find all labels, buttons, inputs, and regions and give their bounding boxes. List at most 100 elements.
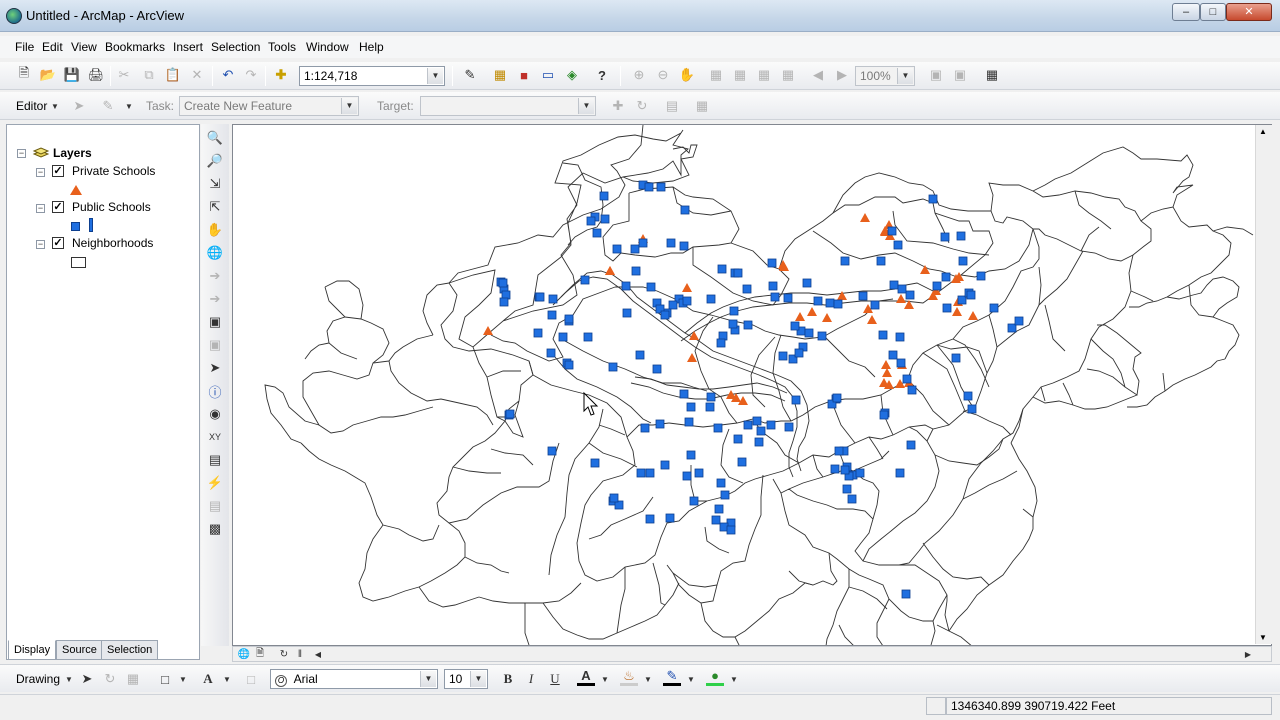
text-icon[interactable]: A [199, 670, 217, 688]
new-icon[interactable]: 🗎 [15, 65, 33, 84]
menu-edit[interactable]: Edit [42, 40, 63, 54]
create-viewer-icon[interactable]: ▩ [206, 520, 224, 538]
copy-icon[interactable]: ⧉ [140, 66, 158, 84]
measure-icon[interactable]: ▤ [206, 451, 224, 469]
add-data-icon[interactable]: ✚ [272, 66, 290, 84]
menu-file[interactable]: File [15, 40, 34, 54]
open-icon[interactable]: 📂 [39, 66, 57, 84]
menu-help[interactable]: Help [359, 40, 384, 54]
print-icon[interactable]: 🖨 [87, 66, 105, 84]
menu-tools[interactable]: Tools [268, 40, 296, 54]
pan-icon[interactable]: ✋ [206, 221, 224, 239]
hyperlink-icon[interactable]: ⚡ [206, 474, 224, 492]
chevron-down-icon[interactable]: ▼ [60, 670, 78, 688]
arc-catalog-icon[interactable]: ▦ [491, 66, 509, 84]
triangle-symbol-icon[interactable] [70, 184, 82, 195]
rotate-tool-icon[interactable]: ↻ [633, 97, 651, 115]
menu-insert[interactable]: Insert [173, 40, 203, 54]
editor-toolbar-icon[interactable]: ✎ [461, 66, 479, 84]
chevron-down-icon[interactable]: ▼ [578, 98, 594, 114]
menu-view[interactable]: View [71, 40, 97, 54]
collapse-icon[interactable]: − [17, 149, 26, 158]
fixed-zoom-in-icon[interactable]: ▦ [731, 66, 749, 84]
tab-display[interactable]: Display [8, 640, 57, 660]
map-scale-combo[interactable]: 1:124,718 ▼ [299, 66, 445, 86]
drawing-menu[interactable]: Drawing [16, 672, 60, 686]
fixed-zoom-out-icon[interactable]: ⇱ [206, 198, 224, 216]
sketch-properties-icon[interactable]: ▦ [693, 97, 711, 115]
undo-icon[interactable]: ↶ [219, 66, 237, 84]
collapse-icon[interactable]: − [36, 204, 45, 213]
map-canvas[interactable] [233, 124, 1255, 706]
delete-icon[interactable]: ✕ [188, 66, 206, 84]
vertical-scrollbar[interactable]: ▲ ▼ [1255, 125, 1272, 644]
fixed-zoom-in-icon[interactable]: ⇲ [206, 175, 224, 193]
zoom-to-selected-icon[interactable]: ▦ [124, 670, 142, 688]
font-color-button[interactable]: A [577, 668, 595, 686]
layout-forward-icon[interactable]: ▶ [833, 66, 851, 84]
rotate-icon[interactable]: ↻ [101, 670, 119, 688]
polygon-symbol-icon[interactable] [71, 257, 86, 268]
split-tool-icon[interactable]: ✚ [609, 97, 627, 115]
font-combo[interactable]: O Arial ▼ [270, 669, 438, 689]
chevron-down-icon[interactable]: ▼ [420, 671, 436, 687]
layout-pan-icon[interactable]: ✋ [678, 66, 696, 84]
toggle-draft-icon[interactable]: ▣ [927, 66, 945, 84]
chevron-down-icon[interactable]: ▼ [174, 670, 192, 688]
layer-private-schools[interactable]: Private Schools [72, 164, 155, 178]
layout-view-icon[interactable]: 🗎 [251, 645, 269, 663]
change-layout-icon[interactable]: ▦ [983, 66, 1001, 84]
layout-zoom-in-icon[interactable]: ⊕ [630, 66, 648, 84]
pause-drawing-icon[interactable]: ‖ [291, 645, 309, 663]
find-icon[interactable]: ◉ [206, 405, 224, 423]
public-schools-checkbox[interactable]: ✓ [52, 201, 64, 213]
sketch-tool-icon[interactable]: ✎ [99, 97, 117, 115]
fill-color-icon[interactable]: ♨ [620, 668, 638, 686]
chevron-down-icon[interactable]: ▼ [596, 670, 614, 688]
chevron-down-icon[interactable]: ▼ [46, 97, 64, 115]
save-icon[interactable]: 💾 [63, 66, 81, 84]
cut-icon[interactable]: ✂ [115, 66, 133, 84]
font-size-combo[interactable]: 10 ▼ [444, 669, 488, 689]
collapse-icon[interactable]: − [36, 168, 45, 177]
xy-icon[interactable]: XY [206, 428, 224, 446]
chevron-down-icon[interactable]: ▼ [682, 670, 700, 688]
attributes-icon[interactable]: ▤ [663, 97, 681, 115]
model-builder-icon[interactable]: ◈ [563, 66, 581, 84]
redo-icon[interactable]: ↷ [242, 66, 260, 84]
whats-this-icon[interactable]: ? [593, 66, 611, 84]
chevron-down-icon[interactable]: ▼ [470, 671, 486, 687]
chevron-down-icon[interactable]: ▼ [725, 670, 743, 688]
private-schools-checkbox[interactable]: ✓ [52, 165, 64, 177]
layer-public-schools[interactable]: Public Schools [72, 200, 151, 214]
close-button[interactable]: ✕ [1226, 3, 1272, 21]
italic-button[interactable]: I [522, 670, 540, 688]
select-elements-icon[interactable]: ➤ [78, 670, 96, 688]
layout-back-icon[interactable]: ◀ [809, 66, 827, 84]
menu-window[interactable]: Window [306, 40, 349, 54]
zoom-100-icon[interactable]: ▦ [779, 66, 797, 84]
scroll-left-icon[interactable]: ◀ [309, 645, 327, 663]
rectangle-icon[interactable]: □ [156, 670, 174, 688]
marker-color-icon[interactable]: ● [706, 668, 724, 686]
zoom-whole-page-icon[interactable]: ▦ [707, 66, 725, 84]
minimize-button[interactable]: – [1172, 3, 1200, 21]
layer-neighborhoods[interactable]: Neighborhoods [72, 236, 153, 250]
arctoolbox-icon[interactable]: ■ [515, 66, 533, 84]
zoom-in-icon[interactable]: 🔍 [206, 129, 224, 147]
chevron-down-icon[interactable]: ▼ [1259, 633, 1267, 642]
scroll-right-icon[interactable]: ▶ [1239, 645, 1257, 663]
chevron-up-icon[interactable]: ▲ [1259, 127, 1267, 136]
back-icon[interactable]: ➔ [206, 267, 224, 285]
editor-menu[interactable]: Editor [16, 99, 47, 113]
maximize-button[interactable]: □ [1200, 3, 1226, 21]
paste-icon[interactable]: 📋 [164, 66, 182, 84]
layout-zoom-combo[interactable]: 100% ▼ [855, 66, 915, 86]
edit-vertices-icon[interactable]: □ [242, 670, 260, 688]
command-line-icon[interactable]: ▭ [539, 66, 557, 84]
chevron-down-icon[interactable]: ▼ [218, 670, 236, 688]
square-symbol-icon[interactable] [71, 222, 80, 231]
menu-selection[interactable]: Selection [211, 40, 260, 54]
forward-icon[interactable]: ➔ [206, 290, 224, 308]
map-view[interactable] [232, 124, 1272, 706]
